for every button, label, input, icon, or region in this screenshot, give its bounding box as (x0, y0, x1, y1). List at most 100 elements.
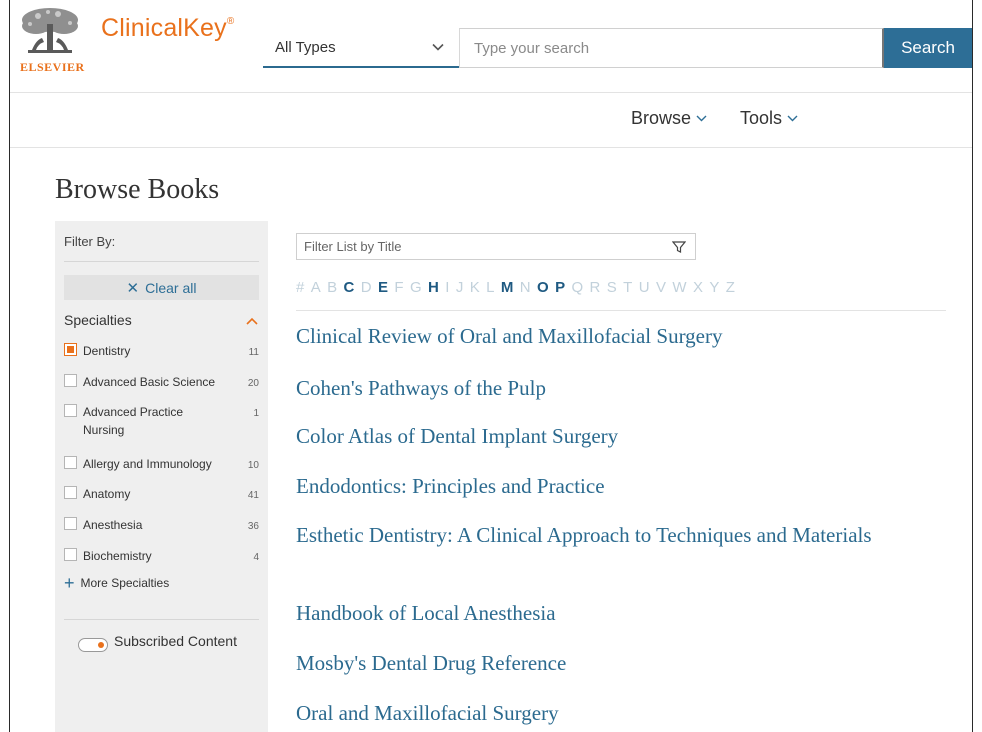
facet-count: 11 (248, 347, 259, 358)
filter-funnel-icon[interactable] (672, 240, 686, 254)
alphabet-letter-s: S (606, 279, 617, 296)
nav-browse[interactable]: Browse (631, 108, 708, 129)
filter-sidebar: Filter By: ✕ Clear all Specialties Denti… (55, 221, 268, 732)
more-specialties-label: More Specialties (80, 576, 170, 590)
facet-biochemistry[interactable]: Biochemistry 4 (64, 547, 259, 569)
nav-tools[interactable]: Tools (740, 108, 799, 129)
alphabet-letter-g: G (409, 279, 422, 296)
more-specialties-link[interactable]: + More Specialties (64, 573, 170, 593)
facet-advanced-basic-science[interactable]: Advanced Basic Science 20 (64, 373, 259, 395)
alphabet-letter-b: B (327, 279, 338, 296)
clear-all-button[interactable]: ✕ Clear all (64, 275, 259, 300)
alphabet-letter-c[interactable]: C (344, 279, 355, 299)
alphabet-letter-x: X (692, 279, 703, 296)
facet-count: 20 (247, 378, 259, 389)
checkbox[interactable] (64, 517, 77, 530)
clinicalkey-logo[interactable]: ClinicalKey® (101, 14, 234, 43)
plus-icon: + (64, 573, 75, 593)
filter-title-input[interactable] (297, 234, 657, 259)
checkbox[interactable] (64, 456, 77, 469)
facet-label: Allergy and Immunology (83, 457, 212, 471)
alphabet-letter-e[interactable]: E (378, 279, 388, 299)
book-link[interactable]: Mosby's Dental Drug Reference (296, 650, 936, 676)
alphabet-letter-o[interactable]: O (537, 279, 549, 299)
chevron-down-icon (696, 115, 707, 122)
checkbox[interactable] (64, 548, 77, 561)
alphabet-letter-h[interactable]: H (428, 279, 439, 299)
close-icon: ✕ (126, 279, 140, 297)
subscribed-content-toggle[interactable] (78, 638, 108, 652)
alphabet-letter-m[interactable]: M (501, 279, 514, 299)
publisher-wordmark: ELSEVIER (20, 60, 85, 74)
facet-label: Advanced Basic Science (83, 375, 216, 389)
search-input[interactable] (459, 28, 884, 68)
book-link[interactable]: Esthetic Dentistry: A Clinical Approach … (296, 522, 936, 548)
facet-label: Advanced Practice Nursing (83, 405, 184, 437)
facet-count: 41 (247, 490, 259, 501)
book-link[interactable]: Oral and Maxillofacial Surgery (296, 700, 936, 726)
specialties-heading: Specialties (64, 312, 132, 328)
alphabet-letter-z: Z (725, 279, 735, 296)
book-link[interactable]: Endodontics: Principles and Practice (296, 473, 936, 499)
nav-browse-label: Browse (631, 108, 692, 128)
checkbox[interactable] (64, 343, 77, 356)
divider (296, 310, 946, 311)
facet-label: Biochemistry (83, 549, 152, 563)
registered-mark: ® (226, 16, 235, 27)
book-link[interactable]: Clinical Review of Oral and Maxillofacia… (296, 323, 936, 349)
facet-allergy-and-immunology[interactable]: Allergy and Immunology 10 (64, 455, 259, 477)
facet-count: 4 (253, 552, 259, 563)
elsevier-tree-logo-icon (18, 6, 82, 56)
checkbox[interactable] (64, 374, 77, 387)
alphabet-letter-r: R (589, 279, 601, 296)
alphabet-letter-k: K (469, 279, 480, 296)
facet-advanced-practice-nursing[interactable]: Advanced Practice Nursing 1 (64, 403, 259, 443)
checkbox[interactable] (64, 404, 77, 417)
chevron-down-icon (432, 43, 444, 51)
brand-name: ClinicalKey (101, 14, 227, 42)
main-nav: Browse Tools (10, 94, 972, 148)
alphabet-letter-a: A (310, 279, 321, 296)
alphabet-letter-t: T (623, 279, 633, 296)
book-link[interactable]: Handbook of Local Anesthesia (296, 600, 936, 626)
alphabet-letter-j: J (455, 279, 464, 296)
nav-tools-label: Tools (740, 108, 783, 128)
book-link[interactable]: Color Atlas of Dental Implant Surgery (296, 423, 936, 449)
facet-dentistry[interactable]: Dentistry 11 (64, 342, 259, 364)
facet-count: 10 (247, 460, 259, 471)
page-title: Browse Books (55, 174, 220, 205)
filter-by-label: Filter By: (64, 234, 116, 249)
divider (64, 261, 259, 262)
alphabet-letter-i: I (445, 279, 450, 296)
facet-label: Dentistry (83, 344, 131, 358)
divider (64, 619, 259, 620)
facet-count: 36 (247, 521, 259, 532)
facet-count: 1 (253, 408, 259, 419)
facet-label: Anesthesia (83, 518, 143, 532)
alphabet-index: # A B C D E F G H I J K L M N O P Q R S T U V W X Y Z (296, 279, 741, 299)
facet-anatomy[interactable]: Anatomy 41 (64, 485, 259, 507)
alphabet-letter-hash: # (296, 279, 305, 296)
alphabet-letter-y: Y (709, 279, 720, 296)
browser-frame: ELSEVIER ClinicalKey® All Types Search B… (9, 0, 973, 732)
title-filter (296, 233, 696, 260)
alphabet-letter-u: U (638, 279, 650, 296)
content-type-select[interactable]: All Types (263, 28, 459, 68)
chevron-up-icon[interactable] (246, 316, 258, 326)
alphabet-letter-q: Q (571, 279, 584, 296)
alphabet-letter-l: L (486, 279, 495, 296)
alphabet-letter-p[interactable]: P (555, 279, 565, 299)
alphabet-letter-n: N (519, 279, 531, 296)
alphabet-letter-w: W (672, 279, 687, 296)
checkbox[interactable] (64, 486, 77, 499)
clear-all-label: Clear all (145, 279, 197, 296)
alphabet-letter-v: V (655, 279, 666, 296)
site-header: ELSEVIER ClinicalKey® All Types Search (10, 0, 972, 93)
chevron-down-icon (787, 115, 798, 122)
book-link[interactable]: Cohen's Pathways of the Pulp (296, 375, 936, 401)
subscribed-content-label: Subscribed Content (114, 633, 237, 649)
content-type-value: All Types (275, 38, 336, 56)
facet-label: Anatomy (83, 487, 131, 501)
search-button[interactable]: Search (884, 28, 972, 68)
facet-anesthesia[interactable]: Anesthesia 36 (64, 516, 259, 538)
